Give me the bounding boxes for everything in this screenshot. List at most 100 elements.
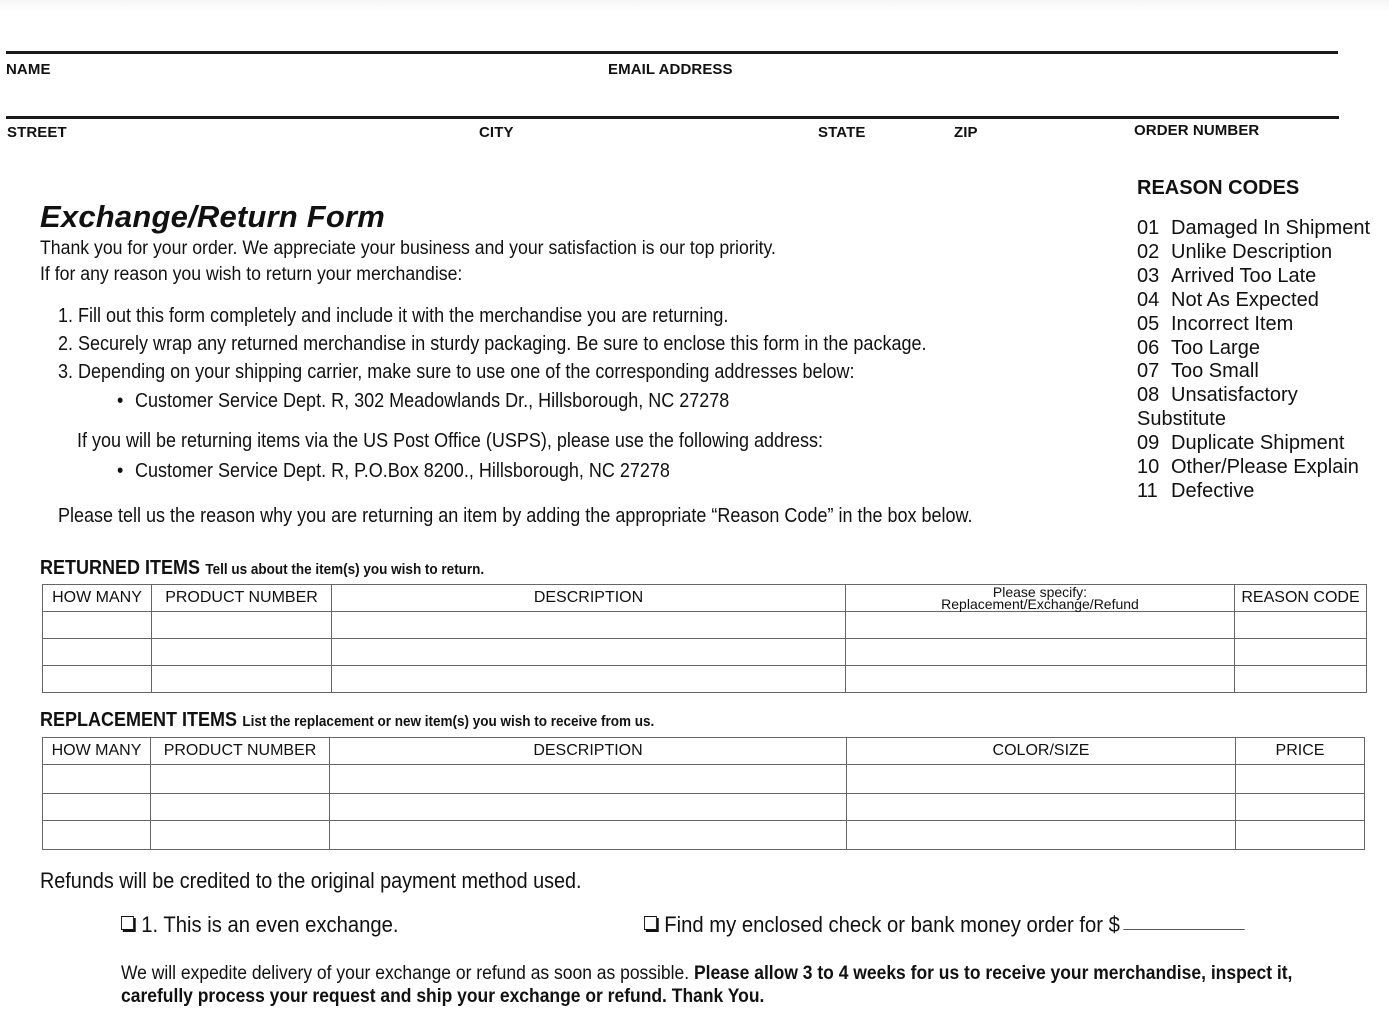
description-cell[interactable]: [331, 611, 846, 639]
product-number-cell[interactable]: [151, 638, 332, 666]
color-size-cell[interactable]: [846, 793, 1236, 821]
intro-text: Thank you for your order. We appreciate …: [40, 236, 776, 288]
col-price: PRICE: [1235, 737, 1365, 765]
reason-instruction: Please tell us the reason why you are re…: [58, 505, 973, 527]
product-number-cell[interactable]: [150, 793, 330, 821]
street-label: STREET: [7, 124, 67, 141]
name-label: NAME: [6, 61, 51, 78]
reason-codes-list: 01 Damaged In Shipment 02 Unlike Descripti…: [1137, 217, 1389, 504]
intro-line-2: If for any reason you wish to return you…: [40, 264, 463, 285]
instruction-steps: 1. Fill out this form completely and inc…: [58, 302, 926, 386]
bullet-icon: •: [117, 460, 124, 482]
description-cell[interactable]: [331, 638, 846, 666]
returned-items-table: HOW MANY PRODUCT NUMBER DESCRIPTION Plea…: [42, 584, 1367, 693]
checkbox-icon[interactable]: [644, 916, 657, 930]
reason-code-item: 11 Defective: [1137, 479, 1255, 502]
table-row: [42, 638, 1367, 666]
price-cell[interactable]: [1235, 820, 1365, 850]
table-row: [42, 665, 1367, 693]
reason-code-item: 06 Too Large: [1137, 336, 1260, 359]
table-row: [42, 793, 1365, 821]
description-cell[interactable]: [329, 820, 847, 850]
description-cell[interactable]: [331, 665, 846, 693]
color-size-cell[interactable]: [846, 820, 1236, 850]
col-replacement-exchange-refund: Please specify: Replacement/Exchange/Ref…: [845, 584, 1235, 612]
top-shadow-strip: [0, 0, 1389, 12]
usps-note: If you will be returning items via the U…: [77, 430, 824, 452]
how-many-cell[interactable]: [42, 665, 152, 693]
specify-cell[interactable]: [845, 611, 1235, 639]
form-title: Exchange/Return Form: [40, 199, 386, 234]
col-product-number: PRODUCT NUMBER: [151, 584, 332, 612]
reason-code-item: 07 Too Small: [1137, 360, 1259, 383]
reason-code-item: 03 Arrived Too Late: [1137, 264, 1317, 287]
address-line[interactable]: [6, 116, 1339, 119]
description-cell[interactable]: [329, 764, 847, 794]
col-how-many: HOW MANY: [42, 584, 152, 612]
table-header-row: HOW MANY PRODUCT NUMBER DESCRIPTION COLO…: [42, 737, 1365, 765]
name-email-line[interactable]: [6, 51, 1338, 54]
reason-code-cell[interactable]: [1234, 665, 1367, 693]
enclosed-check-label: Find my enclosed check or bank money ord…: [664, 912, 1120, 937]
carrier-address: • Customer Service Dept. R, 302 Meadowlan…: [117, 390, 730, 412]
how-many-cell[interactable]: [42, 764, 151, 794]
col-description: DESCRIPTION: [331, 584, 846, 612]
col-description: DESCRIPTION: [329, 737, 847, 765]
enclosed-check-option[interactable]: Find my enclosed check or bank money ord…: [644, 912, 1245, 938]
step-2: 2. Securely wrap any returned merchandis…: [58, 333, 927, 355]
reason-code-item: 01 Damaged In Shipment: [1137, 217, 1371, 239]
table-row: [42, 820, 1365, 850]
table-header-row: HOW MANY PRODUCT NUMBER DESCRIPTION Plea…: [42, 584, 1367, 612]
even-exchange-label: 1. This is an even exchange.: [141, 912, 399, 937]
even-exchange-option[interactable]: 1. This is an even exchange.: [121, 912, 399, 938]
product-number-cell[interactable]: [150, 764, 330, 794]
price-cell[interactable]: [1235, 764, 1365, 794]
specify-cell[interactable]: [845, 665, 1235, 693]
replacement-items-subtitle: List the replacement or new item(s) you …: [242, 713, 655, 730]
city-label: CITY: [479, 124, 514, 141]
color-size-cell[interactable]: [846, 764, 1236, 794]
returned-items-heading: RETURNED ITEMS Tell us about the item(s) …: [40, 557, 485, 579]
reason-code-cell[interactable]: [1234, 638, 1367, 666]
intro-line-1: Thank you for your order. We appreciate …: [40, 238, 776, 259]
table-row: [42, 611, 1367, 639]
reason-code-item: 05 Incorrect Item: [1137, 312, 1294, 335]
product-number-cell[interactable]: [151, 611, 332, 639]
reason-code-cell[interactable]: [1234, 611, 1367, 639]
footer-normal-text: We will expedite delivery of your exchan…: [121, 963, 694, 984]
footer-note: We will expedite delivery of your exchan…: [121, 962, 1308, 1008]
refund-note: Refunds will be credited to the original…: [40, 868, 582, 893]
table-row: [42, 764, 1365, 794]
price-cell[interactable]: [1235, 793, 1365, 821]
product-number-cell[interactable]: [151, 665, 332, 693]
col-color-size: COLOR/SIZE: [846, 737, 1236, 765]
how-many-cell[interactable]: [42, 611, 152, 639]
specify-cell[interactable]: [845, 638, 1235, 666]
how-many-cell[interactable]: [42, 638, 152, 666]
bullet-icon: •: [117, 390, 124, 412]
check-amount-field[interactable]: [1123, 929, 1245, 930]
state-label: STATE: [818, 124, 866, 141]
how-many-cell[interactable]: [42, 820, 151, 850]
order-number-label: ORDER NUMBER: [1134, 122, 1260, 139]
how-many-cell[interactable]: [42, 793, 151, 821]
reason-code-item: 04 Not As Expected: [1137, 288, 1319, 311]
description-cell[interactable]: [329, 793, 847, 821]
reason-code-item: 10 Other/Please Explain: [1137, 456, 1359, 479]
col-product-number: PRODUCT NUMBER: [150, 737, 330, 765]
checkbox-icon[interactable]: [121, 916, 134, 930]
col-how-many: HOW MANY: [42, 737, 151, 765]
reason-code-item: 02 Unlike Description: [1137, 240, 1333, 263]
step-1: 1. Fill out this form completely and inc…: [58, 305, 729, 327]
replacement-items-heading: REPLACEMENT ITEMS List the replacement or…: [40, 709, 655, 731]
reason-code-item: 09 Duplicate Shipment: [1137, 432, 1345, 455]
usps-address: • Customer Service Dept. R, P.O.Box 8200.…: [117, 460, 670, 482]
email-label: EMAIL ADDRESS: [608, 61, 733, 78]
reason-codes-title: REASON CODES: [1137, 177, 1300, 199]
replacement-items-table: HOW MANY PRODUCT NUMBER DESCRIPTION COLO…: [42, 737, 1365, 850]
product-number-cell[interactable]: [150, 820, 330, 850]
returned-items-subtitle: Tell us about the item(s) you wish to re…: [205, 561, 485, 578]
col-reason-code: REASON CODE: [1234, 584, 1367, 612]
step-3: 3. Depending on your shipping carrier, m…: [58, 361, 855, 383]
zip-label: ZIP: [954, 124, 978, 141]
